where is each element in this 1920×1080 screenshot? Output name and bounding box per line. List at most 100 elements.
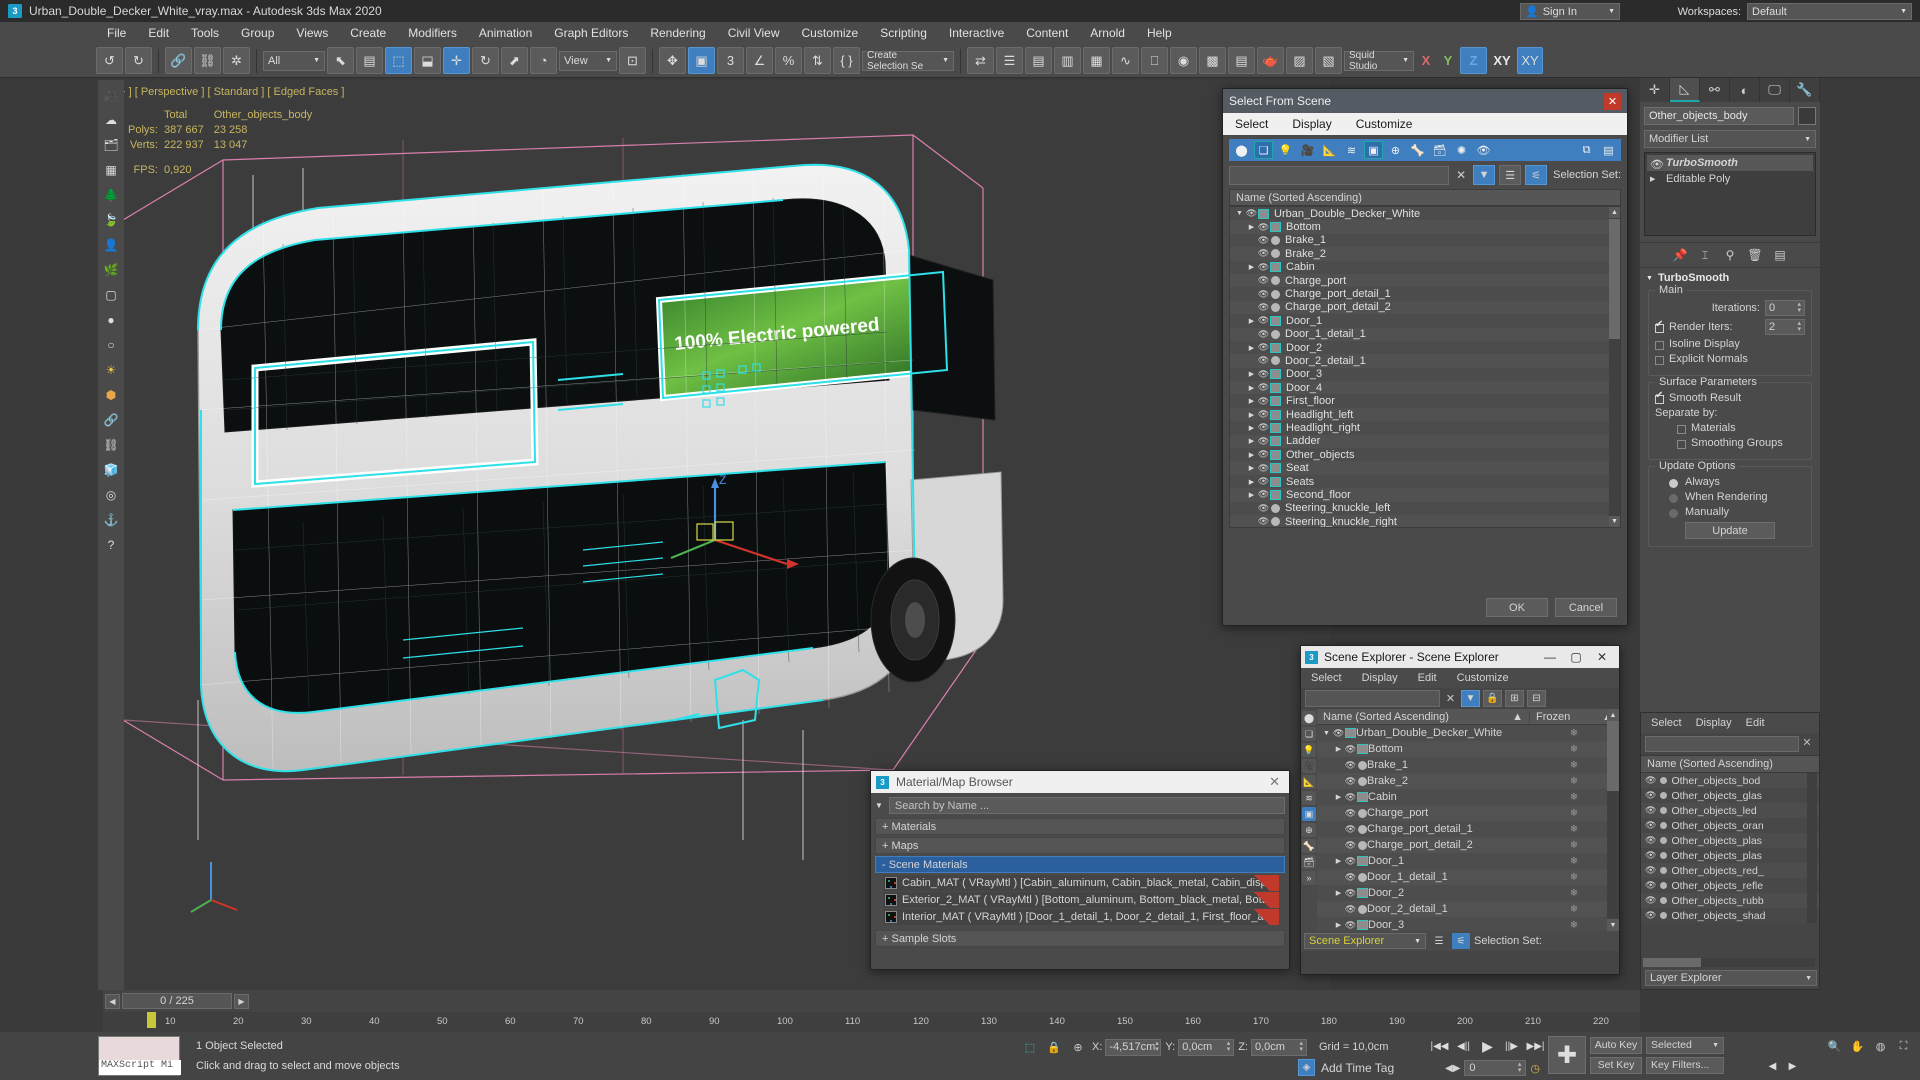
chevron-right-icon[interactable]: ▶ [1246,370,1257,378]
chevron-right-icon[interactable]: ▶ [1246,491,1257,499]
frozen-cell[interactable]: ❄ [1529,888,1619,899]
explorer-select[interactable]: Scene Explorer ▼ [1304,933,1426,949]
se-menu-select[interactable]: Select [1301,672,1352,684]
sfs-menu-display[interactable]: Display [1280,117,1343,131]
scene-list-row[interactable]: 👁 Charge_port_detail_1 [1230,287,1620,300]
visibility-icon[interactable]: 👁 [1645,835,1656,846]
named-selection-set-select[interactable]: Create Selection Se ▼ [862,50,954,72]
update-button[interactable]: Update [1685,522,1775,539]
chevron-right-icon[interactable]: ▶ [1246,397,1257,405]
workspace-select[interactable]: Default ▼ [1747,3,1912,20]
scene-explorer-window[interactable]: 3 Scene Explorer - Scene Explorer — ▢ ✕ … [1300,645,1620,975]
chevron-right-icon[interactable]: ▶ [1246,344,1257,352]
separate-materials-row[interactable]: Materials [1655,422,1805,434]
none-filter-icon[interactable]: 👁 [1474,141,1493,159]
bind-to-space-warp-button[interactable]: ✲ [223,47,250,74]
visibility-icon[interactable]: 👁 [1257,315,1270,326]
scrollbar-thumb[interactable] [1643,958,1701,967]
visibility-icon[interactable]: 👁 [1645,805,1656,816]
ribbon-toggle-button[interactable]: ▦ [1083,47,1110,74]
next-frame-icon[interactable]: ▶ [234,993,249,1009]
cameras-filter-icon[interactable]: 🎥 [1298,141,1317,159]
update-option-row[interactable]: When Rendering [1655,491,1805,503]
layer-row[interactable]: 👁 Other_objects_oran [1641,818,1819,833]
shapes-filter-icon[interactable]: ❏ [1254,141,1273,159]
menu-item-help[interactable]: Help [1136,22,1183,44]
select-and-manipulate-button[interactable]: ✥ [659,47,686,74]
scene-object-list[interactable]: ▼ 👁 Urban_Double_Decker_White ▶ 👁 Bottom 👁 Brak… [1229,206,1621,528]
spinner-arrows-icon[interactable]: ▴ ▾ [1518,1061,1522,1074]
menu-item-tools[interactable]: Tools [180,22,230,44]
separate-smoothing-groups-row[interactable]: Smoothing Groups [1655,437,1805,449]
frozen-cell[interactable]: ❄ [1529,808,1619,819]
isoline-display-row[interactable]: Isoline Display [1655,338,1805,350]
scene-explorer-row[interactable]: ▶ 👁 Door_3 ❄ [1317,917,1619,931]
frozen-cell[interactable]: ❄ [1529,856,1619,867]
object-color-swatch[interactable] [1798,107,1816,125]
chevron-right-icon[interactable]: ▶ [1333,793,1344,801]
chevron-right-icon[interactable]: ▶ [1650,175,1661,183]
hexagon-icon[interactable]: ⬢ [100,384,122,406]
utilities-tab[interactable]: 🔧 [1790,78,1820,102]
go-to-end-icon[interactable]: ▶▶| [1526,1038,1545,1055]
material-map-browser[interactable]: 3 Material/Map Browser ✕ ▼ Search by Nam… [870,770,1290,970]
folder-icon[interactable]: 🗂 [100,134,122,156]
orbit-icon[interactable]: ◍ [1872,1038,1889,1055]
groups-filter-icon[interactable]: ▣ [1364,141,1383,159]
maxscript-mini-listener[interactable]: MAXScript Mi [98,1036,181,1076]
show-end-result-icon[interactable]: ⌶ [1697,247,1713,263]
column-header[interactable]: Name (Sorted Ascending) [1229,189,1621,206]
menu-item-modifiers[interactable]: Modifiers [397,22,468,44]
go-to-start-icon[interactable]: |◀◀ [1430,1038,1449,1055]
selection-set-icon[interactable]: ⚟ [1452,933,1470,949]
visibility-icon[interactable]: 👁 [1257,302,1270,313]
chevron-down-icon[interactable]: ▼ [1234,210,1245,217]
scene-explorer-row[interactable]: ▶ 👁 Door_2 ❄ [1317,885,1619,901]
layer-row[interactable]: 👁 Other_objects_refle [1641,878,1819,893]
next-frame-icon[interactable]: ||▶ [1502,1038,1521,1055]
ok-button[interactable]: OK [1486,598,1548,617]
render-iters-checkbox[interactable] [1655,319,1664,333]
scene-list-row[interactable]: ▶ 👁 First_floor [1230,394,1620,407]
menu-item-graph-editors[interactable]: Graph Editors [543,22,639,44]
use-pivot-point-center-button[interactable]: ⊡ [619,47,646,74]
sample-slots-section[interactable]: + Sample Slots [875,930,1285,947]
visibility-icon[interactable]: 👁 [1257,449,1270,460]
chevron-right-icon[interactable]: ▶ [1246,317,1257,325]
scene-list-row[interactable]: ▶ 👁 Door_3 [1230,368,1620,381]
rendered-frame-window-button[interactable]: ▤ [1228,47,1255,74]
undo-button[interactable]: ↺ [96,47,123,74]
frozen-cell[interactable]: ❄ [1529,824,1619,835]
select-and-place-button[interactable]: ◔ [530,47,557,74]
visibility-icon[interactable]: 👁 [1344,920,1357,931]
frame-indicator[interactable]: 0 / 225 [122,993,232,1009]
scene-list-row[interactable]: ▶ 👁 Other_objects [1230,448,1620,461]
layer-row[interactable]: 👁 Other_objects_shad [1641,908,1819,923]
scene-explorer-button[interactable]: ▥ [1054,47,1081,74]
layer-row[interactable]: 👁 Other_objects_plas [1641,833,1819,848]
scene-list-row[interactable]: ▼ 👁 Urban_Double_Decker_White [1230,207,1620,220]
space-warps-filter-icon[interactable]: ≋ [1302,791,1316,805]
configure-modifier-sets-icon[interactable]: ▤ [1772,247,1788,263]
render-setup-button[interactable]: ▩ [1199,47,1226,74]
timeline-ruler[interactable]: 10 20 30 40 50 60 70 80 90 100 110 120 130 140 150 160 1… [103,1012,1640,1032]
scene-list-row[interactable]: 👁 Steering_knuckle_right [1230,514,1620,527]
modifier-enable-icon[interactable]: 👁 [1650,158,1664,171]
layer-column-header[interactable]: Name (Sorted Ascending) [1641,755,1819,773]
space-warps-filter-icon[interactable]: ≋ [1342,141,1361,159]
visibility-icon[interactable]: 👁 [1645,850,1656,861]
visibility-icon[interactable]: 👁 [1257,503,1270,514]
unlink-selection-button[interactable]: ⛓ [194,47,221,74]
scene-list-row[interactable]: ▶ 👁 Cabin [1230,261,1620,274]
scene-list-row[interactable]: ▶ 👁 Second_floor [1230,488,1620,502]
material-entry[interactable]: Cabin_MAT ( VRayMtl ) [Cabin_aluminum, C… [883,875,1279,891]
frozen-cell[interactable]: ❄ [1529,840,1619,851]
frozen-cell[interactable]: ❄ [1529,776,1619,787]
chevron-right-icon[interactable]: ▶ [1246,464,1257,472]
visibility-icon[interactable]: 👁 [1257,409,1270,420]
clear-search-icon[interactable]: ✕ [1453,168,1469,182]
layers-icon[interactable]: ☰ [1430,933,1448,949]
menu-item-views[interactable]: Views [285,22,339,44]
visibility-icon[interactable]: 👁 [1257,382,1270,393]
menu-item-animation[interactable]: Animation [468,22,543,44]
